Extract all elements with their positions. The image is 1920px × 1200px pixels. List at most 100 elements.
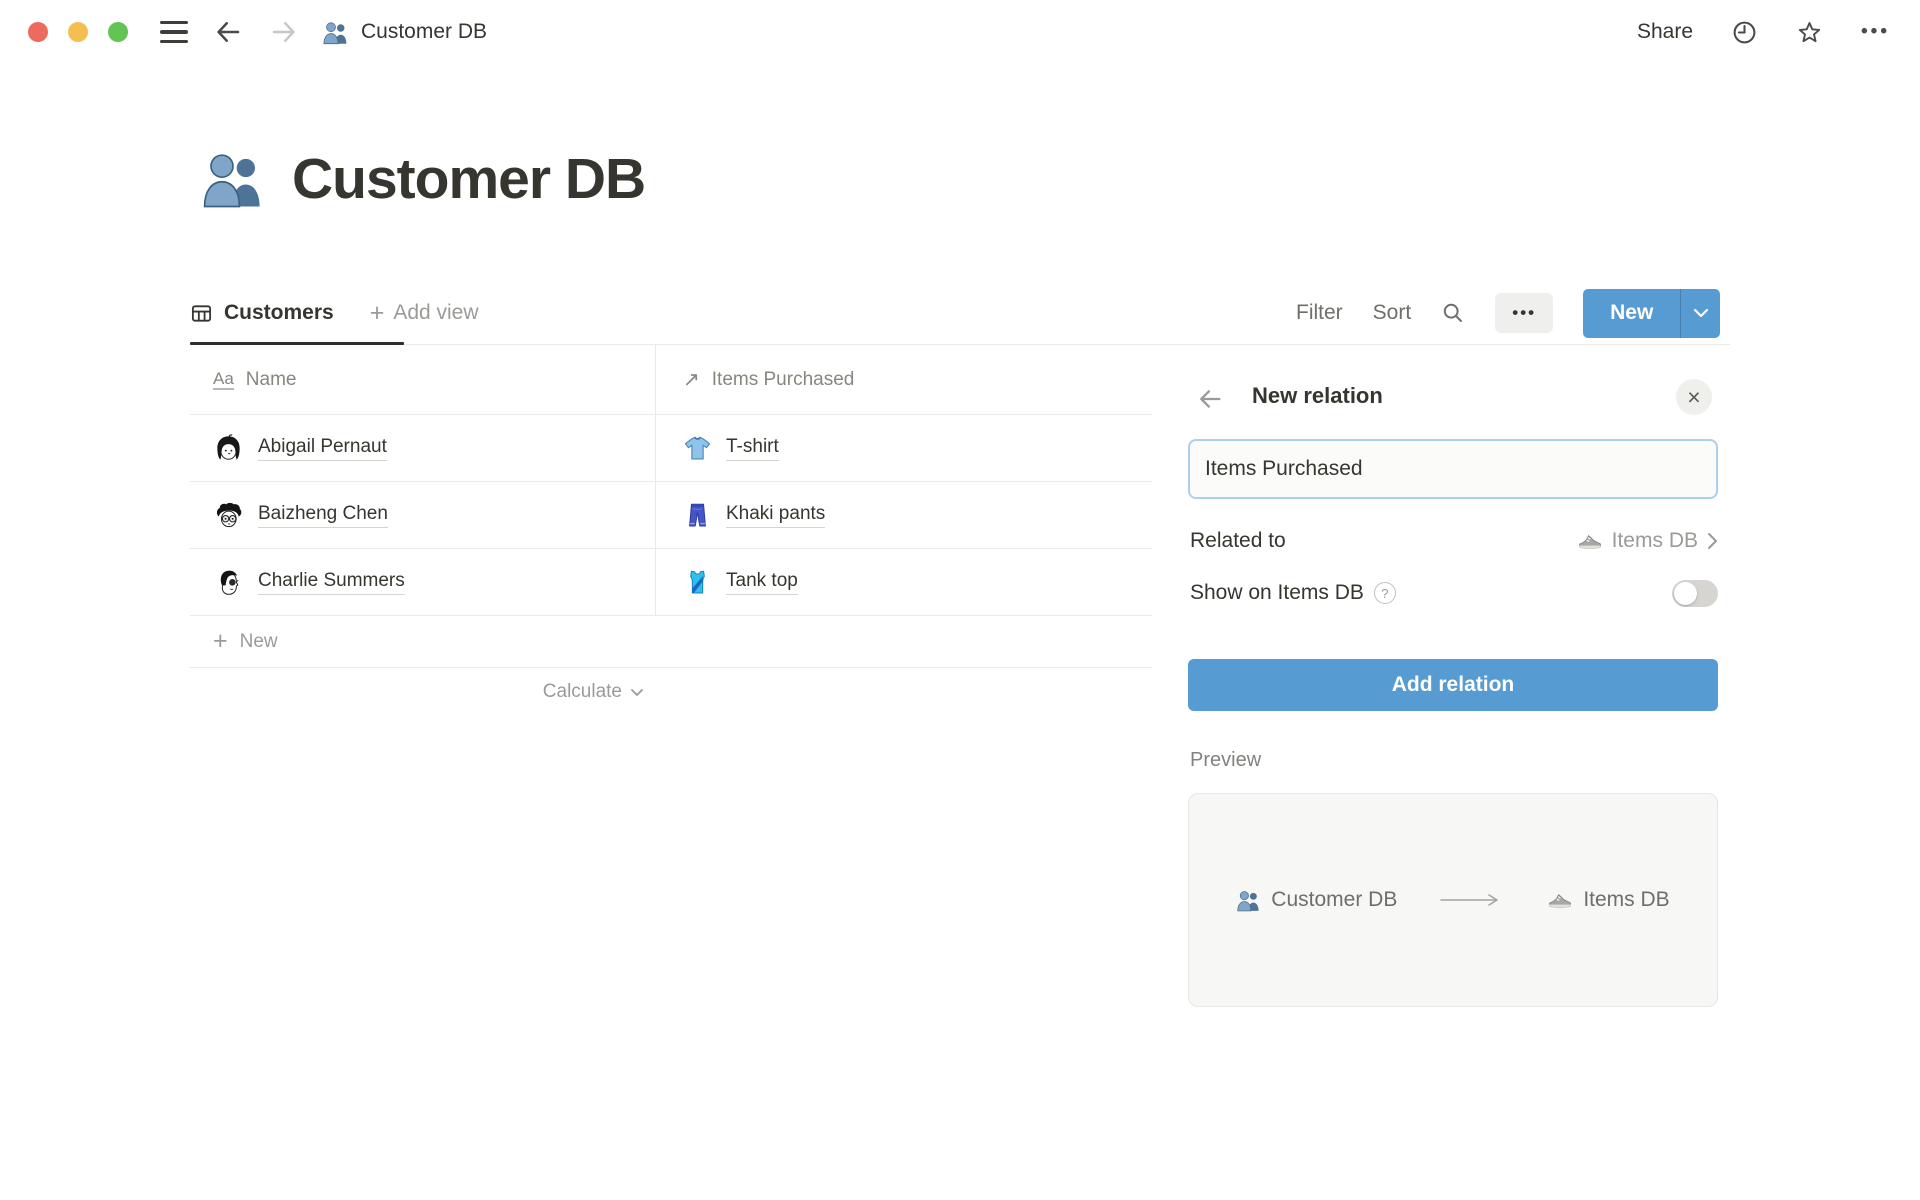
cell-name[interactable]: Abigail Pernaut bbox=[190, 415, 656, 481]
plus-icon: + bbox=[213, 629, 228, 654]
cell-name[interactable]: Charlie Summers bbox=[190, 549, 656, 615]
chevron-down-icon bbox=[1693, 308, 1709, 318]
cell-items-purchased[interactable]: Tank top bbox=[656, 549, 1152, 615]
relation-arrow-icon: ↗ bbox=[683, 367, 700, 392]
avatar-charlie-icon bbox=[213, 567, 244, 598]
traffic-light-minimize-button[interactable] bbox=[68, 22, 88, 42]
t-shirt-emoji-icon bbox=[683, 434, 712, 463]
panel-close-button[interactable]: × bbox=[1676, 379, 1712, 415]
dots-icon: ••• bbox=[1512, 303, 1536, 323]
related-to-value[interactable]: Items DB bbox=[1577, 528, 1718, 554]
running-shirt-emoji-icon bbox=[683, 568, 712, 597]
traffic-light-close-button[interactable] bbox=[28, 22, 48, 42]
busts-in-silhouette-icon bbox=[1236, 888, 1261, 913]
jeans-emoji-icon bbox=[683, 501, 712, 530]
related-to-label: Related to bbox=[1190, 529, 1286, 553]
arrow-right-icon bbox=[269, 17, 299, 47]
cell-items-purchased[interactable]: T-shirt bbox=[656, 415, 1152, 481]
preview-label: Preview bbox=[1190, 749, 1261, 772]
preview-target-db: Items DB bbox=[1547, 887, 1669, 913]
breadcrumb[interactable]: Customer DB bbox=[322, 19, 487, 46]
tab-customers[interactable]: Customers bbox=[190, 301, 334, 325]
column-header-items-purchased[interactable]: ↗ Items Purchased bbox=[656, 345, 1152, 414]
row-item-link[interactable]: T-shirt bbox=[726, 436, 779, 461]
help-icon[interactable]: ? bbox=[1374, 582, 1396, 604]
topbar-actions: Share ••• bbox=[1637, 19, 1890, 46]
calculate-dropdown[interactable]: Calculate bbox=[190, 668, 656, 716]
customers-table: Aa Name ↗ Items Purchased Abigail Pernau… bbox=[190, 345, 1152, 716]
cell-name[interactable]: Baizheng Chen bbox=[190, 482, 656, 548]
row-name-link[interactable]: Abigail Pernaut bbox=[258, 436, 387, 461]
add-relation-button[interactable]: Add relation bbox=[1188, 659, 1718, 711]
traffic-light-zoom-button[interactable] bbox=[108, 22, 128, 42]
relation-name-input[interactable] bbox=[1188, 439, 1718, 499]
add-view-button[interactable]: + Add view bbox=[370, 301, 479, 326]
table-row: Abigail Pernaut T-shirt bbox=[190, 415, 1152, 482]
row-name-link[interactable]: Baizheng Chen bbox=[258, 503, 388, 528]
show-on-row: Show on Items DB ? bbox=[1190, 573, 1718, 613]
view-tabs: Customers + Add view bbox=[190, 285, 479, 341]
table-row: Charlie Summers Tank top bbox=[190, 549, 1152, 616]
plus-icon: + bbox=[370, 301, 385, 326]
window-top-bar: Customer DB Share ••• bbox=[0, 0, 1920, 64]
busts-in-silhouette-icon[interactable] bbox=[200, 146, 266, 212]
panel-back-button[interactable] bbox=[1196, 385, 1224, 413]
table-row: Baizheng Chen Khaki pants bbox=[190, 482, 1152, 549]
page-title[interactable]: Customer DB bbox=[292, 146, 645, 212]
preview-source-db: Customer DB bbox=[1236, 888, 1397, 913]
row-item-link[interactable]: Khaki pants bbox=[726, 503, 825, 528]
chevron-down-icon bbox=[630, 688, 644, 697]
help-glyph: ? bbox=[1381, 586, 1388, 601]
table-view-icon bbox=[190, 302, 213, 325]
related-to-db-name: Items DB bbox=[1612, 529, 1698, 553]
cell-items-purchased[interactable]: Khaki pants bbox=[656, 482, 1152, 548]
tab-customers-label: Customers bbox=[224, 301, 334, 325]
related-to-row[interactable]: Related to Items DB bbox=[1190, 521, 1718, 561]
busts-in-silhouette-icon bbox=[322, 19, 349, 46]
view-toolbar: Filter Sort ••• New bbox=[1296, 285, 1720, 341]
forward-button[interactable] bbox=[268, 16, 300, 48]
panel-title: New relation bbox=[1252, 383, 1383, 409]
chevron-right-icon bbox=[1707, 532, 1718, 550]
column-name-label: Name bbox=[246, 369, 297, 391]
back-button[interactable] bbox=[212, 16, 244, 48]
running-shoe-emoji-icon bbox=[1547, 887, 1573, 913]
star-favorite-icon[interactable] bbox=[1796, 19, 1823, 46]
column-header-name[interactable]: Aa Name bbox=[190, 345, 656, 414]
sidebar-menu-icon[interactable] bbox=[160, 21, 188, 43]
new-row-button[interactable]: + New bbox=[190, 616, 1152, 668]
filter-button[interactable]: Filter bbox=[1296, 301, 1343, 325]
search-icon[interactable] bbox=[1441, 301, 1465, 325]
text-type-icon: Aa bbox=[213, 369, 234, 391]
calculate-label: Calculate bbox=[543, 681, 622, 703]
new-row-label: New bbox=[240, 631, 278, 653]
relation-preview-box: Customer DB Items DB bbox=[1188, 793, 1718, 1007]
table-header-row: Aa Name ↗ Items Purchased bbox=[190, 345, 1152, 415]
arrow-left-icon bbox=[1196, 385, 1224, 413]
avatar-abigail-icon bbox=[213, 433, 244, 464]
new-split-button: New bbox=[1583, 289, 1720, 338]
sort-button[interactable]: Sort bbox=[1373, 301, 1412, 325]
preview-source-label: Customer DB bbox=[1271, 888, 1397, 912]
show-on-toggle[interactable] bbox=[1672, 580, 1718, 607]
share-button[interactable]: Share bbox=[1637, 20, 1693, 44]
new-dropdown-button[interactable] bbox=[1680, 289, 1720, 338]
notion-window: Customer DB Share ••• Customer DB Custom… bbox=[0, 0, 1920, 1200]
toggle-knob bbox=[1674, 582, 1697, 605]
row-item-link[interactable]: Tank top bbox=[726, 570, 798, 595]
close-icon: × bbox=[1687, 384, 1700, 411]
show-on-label: Show on Items DB bbox=[1190, 581, 1364, 605]
row-name-link[interactable]: Charlie Summers bbox=[258, 570, 405, 595]
add-view-label: Add view bbox=[393, 301, 478, 325]
view-more-options-button[interactable]: ••• bbox=[1495, 293, 1553, 333]
new-button[interactable]: New bbox=[1583, 289, 1680, 338]
avatar-baizheng-icon bbox=[213, 500, 244, 531]
calculation-row: Calculate bbox=[190, 668, 1152, 716]
column-items-label: Items Purchased bbox=[712, 369, 855, 391]
new-relation-panel: New relation × Related to Items DB Show … bbox=[1152, 345, 1920, 1200]
traffic-lights bbox=[28, 22, 128, 42]
arrow-left-icon bbox=[213, 17, 243, 47]
more-options-icon[interactable]: ••• bbox=[1861, 21, 1890, 43]
breadcrumb-title: Customer DB bbox=[361, 20, 487, 44]
clock-history-icon[interactable] bbox=[1731, 19, 1758, 46]
